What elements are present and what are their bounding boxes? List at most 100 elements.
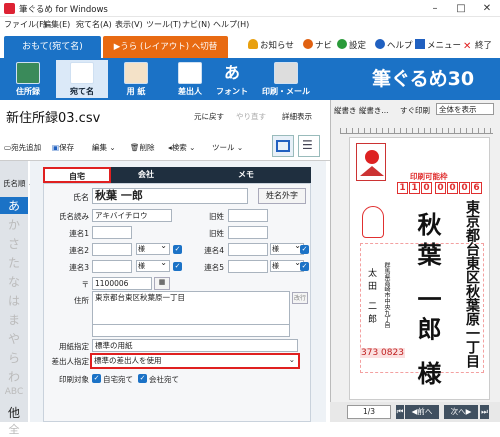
tab-omote[interactable]: おもて(宛て名) xyxy=(4,36,101,58)
tab-home[interactable]: 自宅 xyxy=(43,167,111,183)
next-page-button[interactable]: 次へ▶ xyxy=(444,405,478,419)
tab-memo[interactable]: メモ xyxy=(181,167,311,183)
ribbon-font[interactable]: あフォント xyxy=(206,60,258,98)
menu-help[interactable]: ヘルプ(H) xyxy=(213,19,249,30)
gear-icon xyxy=(337,39,347,49)
maximize-button[interactable]: □ xyxy=(448,0,474,17)
gaiji-button[interactable]: 姓名外字 xyxy=(258,188,306,204)
add-address-button[interactable]: ▭宛先追加 xyxy=(4,142,41,153)
detail-view-button[interactable]: 詳細表示 xyxy=(282,111,312,122)
ren2-honorific-select[interactable]: 様 xyxy=(136,241,170,255)
exit-button[interactable]: ✕ 終了 xyxy=(463,39,492,52)
index-all[interactable]: 全 xyxy=(0,421,28,437)
address-input[interactable]: 東京都台東区秋葉原一丁目 xyxy=(92,291,290,325)
delete-button[interactable]: 🗑削除 xyxy=(130,142,155,153)
quick-print-button[interactable]: すぐ印刷 xyxy=(400,105,430,116)
edit-button[interactable]: 編集 ⌄ xyxy=(92,142,116,153)
zip-search-button[interactable]: ▦ xyxy=(154,277,170,290)
writing-mode-select[interactable]: 縦書き 縦書き... xyxy=(334,105,389,116)
sender-select[interactable]: 標準の差出人を使用 ⌄ xyxy=(90,353,300,369)
index-ta[interactable]: た xyxy=(0,254,28,271)
ren5-input[interactable] xyxy=(228,260,268,273)
ren4-checkbox[interactable]: ✓ xyxy=(300,245,309,254)
navi-button[interactable]: ナビ xyxy=(303,39,332,51)
index-na[interactable]: な xyxy=(0,273,28,290)
preview-recipient: 秋葉 一郎 様 xyxy=(413,212,442,391)
index-other[interactable]: 他 xyxy=(0,404,28,421)
print-company-checkbox[interactable]: ✓ xyxy=(138,374,147,383)
ren3-checkbox[interactable]: ✓ xyxy=(173,262,182,271)
first-page-button[interactable]: ⏮ xyxy=(396,405,404,419)
font-icon: あ xyxy=(223,63,240,82)
settings-button[interactable]: 設定 xyxy=(337,39,366,51)
index-wa[interactable]: わ xyxy=(0,368,28,385)
label-ren5: 連名5 xyxy=(204,263,224,272)
menu-view[interactable]: 表示(V) xyxy=(115,19,143,30)
address2-input[interactable] xyxy=(92,325,290,337)
question-icon xyxy=(375,39,385,49)
ren4-input[interactable] xyxy=(228,243,268,256)
name-input[interactable]: 秋葉 一郎 xyxy=(92,188,248,204)
print-home-checkbox[interactable]: ✓ xyxy=(92,374,101,383)
ribbon-paper[interactable]: 用 紙 xyxy=(110,60,162,98)
ren2-input[interactable] xyxy=(92,243,132,256)
index-ma[interactable]: ま xyxy=(0,311,28,328)
sender-icon xyxy=(178,62,202,84)
zip-input[interactable]: 1100006 xyxy=(92,277,152,290)
ren5-honorific-select[interactable]: 様 xyxy=(270,258,304,272)
tab-company[interactable]: 会社 xyxy=(111,167,181,183)
ren5-checkbox[interactable]: ✓ xyxy=(300,262,309,271)
chevron-down-icon: ⌄ xyxy=(288,355,295,364)
label-kyusei2: 旧姓 xyxy=(209,229,224,238)
list-view-button[interactable]: ☰ xyxy=(298,135,320,157)
oshirase-button[interactable]: お知らせ xyxy=(248,39,294,51)
index-ka[interactable]: か xyxy=(0,216,28,233)
preview-sender-name: 太田 二郎 xyxy=(366,268,376,327)
index-sa[interactable]: さ xyxy=(0,235,28,252)
paper-select[interactable]: 標準の用紙 xyxy=(92,339,298,352)
tab-ura[interactable]: ▶うら (レイアウト) へ切替 xyxy=(103,36,228,58)
ren3-input[interactable] xyxy=(92,260,132,273)
tool-button[interactable]: ツール ⌄ xyxy=(212,142,243,153)
menu-edit[interactable]: 編集(E) xyxy=(43,19,70,30)
close-button[interactable]: ✕ xyxy=(474,0,500,17)
zip-digit: 0 xyxy=(435,182,446,194)
index-ya[interactable]: や xyxy=(0,330,28,347)
redo-button[interactable]: やり直す xyxy=(236,111,266,122)
search-button[interactable]: ◂検索 ⌄ xyxy=(168,142,195,153)
ribbon-atena[interactable]: 宛て名 xyxy=(56,60,108,98)
help-button[interactable]: ヘルプ xyxy=(375,39,413,51)
label-address: 住所 xyxy=(74,296,89,305)
zip-digit: 1 xyxy=(397,182,408,194)
kyusei-input[interactable] xyxy=(228,209,268,222)
chevron-right-icon: ▶ xyxy=(465,407,472,416)
ren1-input[interactable] xyxy=(92,226,132,239)
index-ha[interactable]: は xyxy=(0,292,28,309)
ren4-honorific-select[interactable]: 様 xyxy=(270,241,304,255)
menu-button[interactable]: メニュー xyxy=(415,39,461,51)
menu-file[interactable]: ファイル(F) xyxy=(4,19,47,30)
minimize-button[interactable]: – xyxy=(422,0,448,17)
ribbon-juushoroku[interactable]: 住所録 xyxy=(2,60,54,98)
menu-navi[interactable]: ナビ(N) xyxy=(182,19,210,30)
chevron-down-icon: ⌄ xyxy=(189,143,196,152)
zoom-select[interactable]: 全体を表示 xyxy=(436,103,494,115)
ren2-checkbox[interactable]: ✓ xyxy=(173,245,182,254)
index-a[interactable]: あ xyxy=(0,197,28,214)
index-ra[interactable]: ら xyxy=(0,349,28,366)
menu-atena[interactable]: 宛て名(A) xyxy=(76,19,112,30)
prev-page-button[interactable]: ◀前へ xyxy=(405,405,439,419)
kyusei2-input[interactable] xyxy=(228,226,268,239)
menu-tool[interactable]: ツール(T) xyxy=(146,19,181,30)
brand-logo: 筆ぐるめ30 xyxy=(372,68,475,90)
printer-icon xyxy=(274,62,298,84)
ren3-honorific-select[interactable]: 様 xyxy=(136,258,170,272)
newline-button[interactable]: 改行 xyxy=(292,292,308,304)
undo-button[interactable]: 元に戻す xyxy=(194,111,224,122)
last-page-button[interactable]: ⏭ xyxy=(480,405,489,419)
index-abc[interactable]: ABC xyxy=(0,387,28,397)
ribbon-print[interactable]: 印刷・メール xyxy=(258,60,314,98)
card-view-button[interactable] xyxy=(272,135,294,157)
save-button[interactable]: ▣保存 xyxy=(52,142,74,153)
kana-input[interactable]: アキバイチロウ xyxy=(92,209,172,222)
